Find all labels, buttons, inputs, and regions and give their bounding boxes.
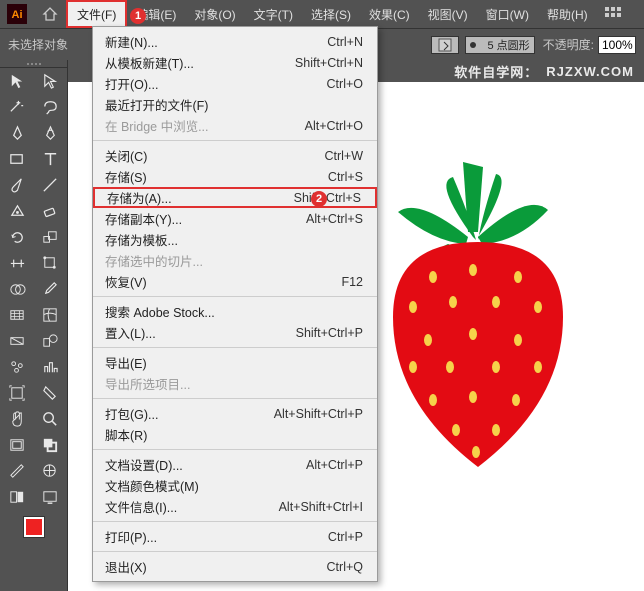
shape-builder-tool[interactable]: [0, 276, 34, 302]
menu-item: 存储选中的切片...: [93, 250, 377, 271]
tool-panel: [0, 60, 68, 591]
selection-tool[interactable]: [0, 68, 34, 94]
selection-status: 未选择对象: [8, 36, 68, 53]
menu-item[interactable]: 打包(G)...Alt+Shift+Ctrl+P: [93, 403, 377, 424]
draw-mode-tool[interactable]: [0, 484, 34, 510]
opacity-label: 不透明度:: [543, 36, 594, 53]
menu-item[interactable]: 最近打开的文件(F): [93, 94, 377, 115]
menu-select[interactable]: 选择(S): [302, 0, 360, 28]
menu-item[interactable]: 导出(E): [93, 352, 377, 373]
color-tool[interactable]: [34, 458, 68, 484]
fill-stroke-tool[interactable]: [34, 432, 68, 458]
curvature-tool[interactable]: [34, 120, 68, 146]
menu-type[interactable]: 文字(T): [245, 0, 302, 28]
menu-effect[interactable]: 效果(C): [360, 0, 419, 28]
zoom-tool[interactable]: [34, 406, 68, 432]
artboard-tool[interactable]: [0, 380, 34, 406]
gradient-tool[interactable]: [0, 328, 34, 354]
menu-item[interactable]: 存储副本(Y)...Alt+Ctrl+S: [93, 208, 377, 229]
annotation-badge-1: 1: [130, 8, 146, 24]
scale-tool[interactable]: [34, 224, 68, 250]
menu-item[interactable]: 文档颜色模式(M): [93, 475, 377, 496]
menu-item[interactable]: 脚本(R): [93, 424, 377, 445]
symbol-sprayer-tool[interactable]: [0, 354, 34, 380]
print-tiling-tool[interactable]: [0, 432, 34, 458]
menu-help[interactable]: 帮助(H): [538, 0, 597, 28]
menu-item[interactable]: 新建(N)...Ctrl+N: [93, 31, 377, 52]
lasso-tool[interactable]: [34, 94, 68, 120]
type-tool[interactable]: [34, 146, 68, 172]
rotate-tool[interactable]: [0, 224, 34, 250]
panel-grip[interactable]: [0, 60, 67, 68]
fill-swatch[interactable]: [431, 36, 459, 54]
perspective-grid-tool[interactable]: [0, 302, 34, 328]
stroke-profile[interactable]: 5 点圆形: [465, 36, 535, 54]
app-logo: Ai: [0, 0, 34, 28]
eyedropper-tool[interactable]: [34, 276, 68, 302]
menu-item[interactable]: 打开(O)...Ctrl+O: [93, 73, 377, 94]
menu-item[interactable]: 存储(S)Ctrl+S: [93, 166, 377, 187]
slice-tool[interactable]: [34, 380, 68, 406]
opacity-value[interactable]: 100%: [598, 36, 636, 54]
menu-item[interactable]: 退出(X)Ctrl+Q: [93, 556, 377, 577]
eraser-tool[interactable]: [34, 198, 68, 224]
hand-tool[interactable]: [0, 406, 34, 432]
menu-item[interactable]: 存储为(A)...Shift+Ctrl+S2: [93, 187, 377, 208]
menu-item[interactable]: 打印(P)...Ctrl+P: [93, 526, 377, 547]
mesh-tool[interactable]: [34, 302, 68, 328]
menu-item[interactable]: 文件信息(I)...Alt+Shift+Ctrl+I: [93, 496, 377, 517]
menu-item[interactable]: 文档设置(D)...Alt+Ctrl+P: [93, 454, 377, 475]
free-transform-tool[interactable]: [34, 250, 68, 276]
shaper-tool[interactable]: [0, 198, 34, 224]
magic-wand-tool[interactable]: [0, 94, 34, 120]
menu-item[interactable]: 置入(L)...Shift+Ctrl+P: [93, 322, 377, 343]
direct-selection-tool[interactable]: [34, 68, 68, 94]
rectangle-tool[interactable]: [0, 146, 34, 172]
measure-tool[interactable]: [0, 458, 34, 484]
paintbrush-tool[interactable]: [0, 172, 34, 198]
menu-item[interactable]: 恢复(V)F12: [93, 271, 377, 292]
column-graph-tool[interactable]: [34, 354, 68, 380]
menubar: Ai 文件(F) 编辑(E) 对象(O) 文字(T) 选择(S) 效果(C) 视…: [0, 0, 644, 28]
annotation-badge-2: 2: [311, 191, 327, 207]
menu-view[interactable]: 视图(V): [419, 0, 477, 28]
color-swatch-row[interactable]: [0, 510, 67, 544]
menu-window[interactable]: 窗口(W): [477, 0, 538, 28]
menu-item: 导出所选项目...: [93, 373, 377, 394]
file-dropdown: 新建(N)...Ctrl+N从模板新建(T)...Shift+Ctrl+N打开(…: [92, 26, 378, 582]
blend-tool[interactable]: [34, 328, 68, 354]
menu-file[interactable]: 文件(F): [66, 0, 127, 28]
menu-item[interactable]: 从模板新建(T)...Shift+Ctrl+N: [93, 52, 377, 73]
menu-item: 在 Bridge 中浏览...Alt+Ctrl+O: [93, 115, 377, 136]
home-icon[interactable]: [34, 6, 66, 22]
menu-item[interactable]: 存储为模板...: [93, 229, 377, 250]
width-tool[interactable]: [0, 250, 34, 276]
workspace-switcher-icon[interactable]: [605, 7, 623, 21]
menu-item[interactable]: 搜索 Adobe Stock...: [93, 301, 377, 322]
menu-object[interactable]: 对象(O): [185, 0, 244, 28]
svg-text:Ai: Ai: [12, 9, 23, 21]
pen-tool[interactable]: [0, 120, 34, 146]
artwork-strawberry: [378, 142, 578, 472]
line-tool[interactable]: [34, 172, 68, 198]
screen-mode-tool[interactable]: [34, 484, 68, 510]
menu-item[interactable]: 关闭(C)Ctrl+W: [93, 145, 377, 166]
